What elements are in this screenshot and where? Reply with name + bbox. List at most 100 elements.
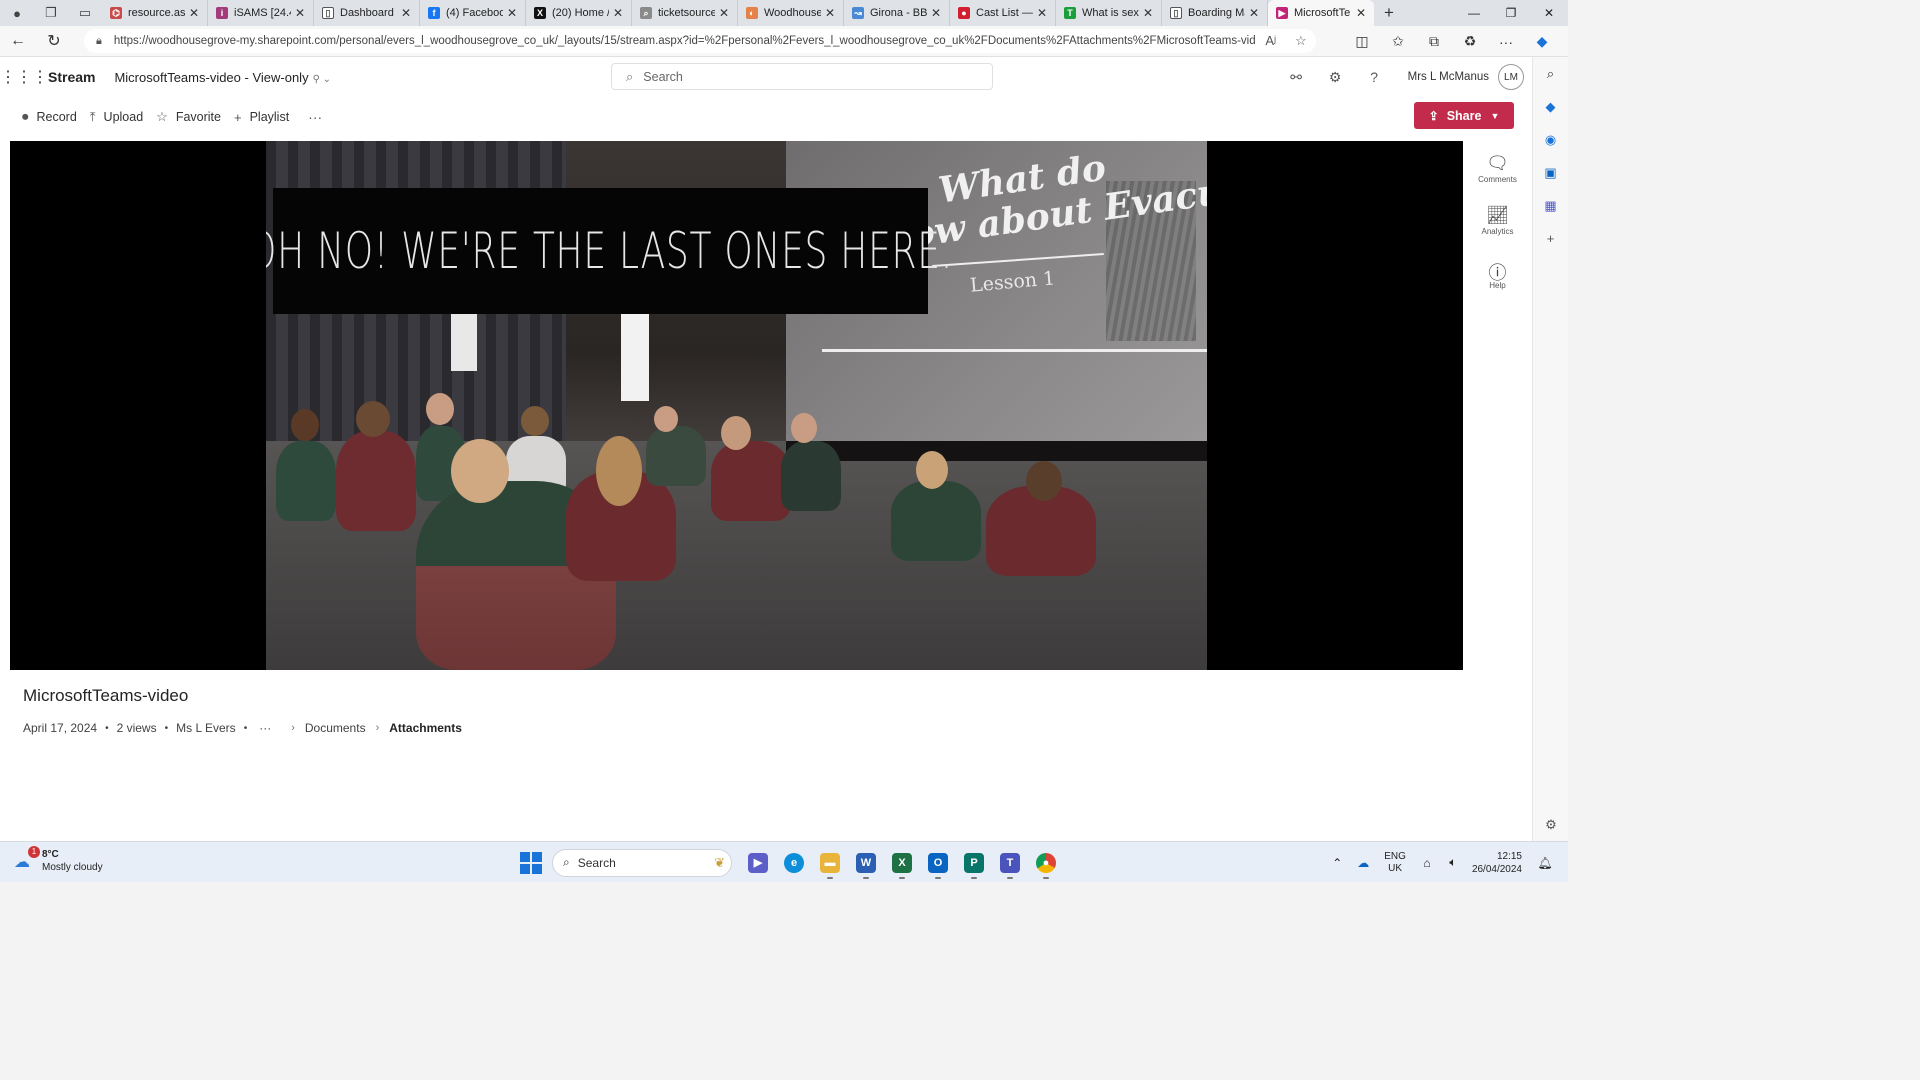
language-indicator[interactable]: ENG UK — [1384, 851, 1406, 875]
search-input[interactable]: ⌕ Search — [611, 63, 993, 90]
pupil-head — [654, 406, 678, 432]
url-text[interactable]: https://woodhousegrove-my.sharepoint.com… — [114, 35, 1256, 47]
search-icon[interactable]: ⌕ — [1533, 57, 1568, 90]
favorite-label: Favorite — [175, 110, 221, 124]
breadcrumb-attachments[interactable]: Attachments — [389, 721, 462, 735]
copilot-icon[interactable]: ◆ — [1524, 33, 1560, 50]
browser-tab[interactable]: X (20) Home / X✕ — [526, 0, 632, 26]
share-feedback-icon[interactable]: ⚯ — [1277, 69, 1316, 86]
teams-app-icon[interactable]: T — [992, 845, 1028, 881]
clock[interactable]: 12:15 26/04/2024 — [1472, 850, 1522, 876]
close-tab-icon[interactable]: ✕ — [1035, 6, 1049, 20]
close-tab-icon[interactable]: ✕ — [1354, 6, 1368, 20]
close-tab-icon[interactable]: ✕ — [1247, 6, 1261, 20]
tab-favicon-icon: ⌕ — [640, 7, 652, 19]
close-tab-icon[interactable]: ✕ — [399, 6, 413, 20]
chevron-right-icon: › — [291, 722, 295, 734]
outlook-app-icon[interactable]: O — [920, 845, 956, 881]
meet-app-icon[interactable]: ▶ — [740, 845, 776, 881]
favorites-icon[interactable]: ✩ — [1380, 33, 1416, 50]
excel-app-icon[interactable]: X — [884, 845, 920, 881]
browser-tab[interactable]: ● Cast List — ...✕ — [950, 0, 1056, 26]
app-name[interactable]: Stream — [48, 69, 95, 85]
add-sidebar-app-icon[interactable]: + — [1533, 222, 1568, 255]
weather-widget[interactable]: ☁ 1 8°C Mostly cloudy — [14, 846, 103, 874]
document-title[interactable]: MicrosoftTeams-video - View-only ⚲ ⌄ — [114, 70, 331, 85]
word-app-icon[interactable]: W — [848, 845, 884, 881]
taskbar-search[interactable]: ⌕ Search ❦ — [552, 848, 732, 877]
windows-start-button[interactable] — [520, 851, 542, 874]
browser-tab[interactable]: ⌬ resource.aspx✕ — [102, 0, 208, 26]
breadcrumb-more-button[interactable]: ··· — [259, 721, 271, 735]
sidebar-settings-icon[interactable]: ⚙ — [1533, 808, 1569, 841]
tab-actions-icon[interactable]: ▭ — [68, 0, 102, 26]
close-tab-icon[interactable]: ✕ — [611, 6, 625, 20]
notifications-bell-icon[interactable]: 🔔︎ — [1532, 856, 1558, 870]
outlook-icon[interactable]: ▣ — [1533, 156, 1568, 189]
video-frame[interactable]: What do ow about Evacuees? Lesson 1 OH N… — [266, 141, 1207, 670]
analytics-button[interactable]: 📈︎ Analytics — [1463, 205, 1532, 236]
comments-button[interactable]: 🗨︎ Comments — [1463, 153, 1532, 184]
teams-icon[interactable]: ▦ — [1533, 189, 1568, 222]
help-icon[interactable]: ? — [1355, 69, 1394, 85]
close-tab-icon[interactable]: ✕ — [505, 6, 519, 20]
volume-icon[interactable]: 🔈︎ — [1440, 855, 1466, 870]
shopping-tag-icon[interactable]: ◆ — [1533, 90, 1568, 123]
close-tab-icon[interactable]: ✕ — [293, 6, 307, 20]
more-commands-button[interactable]: ··· — [308, 109, 322, 125]
browser-tab[interactable]: ⌕ ticketsource ✕ — [632, 0, 738, 26]
browser-tab[interactable]: ▯ Boarding Ma ✕ — [1162, 0, 1268, 26]
browser-tab[interactable]: f (4) Facebook✕ — [420, 0, 526, 26]
close-tab-icon[interactable]: ✕ — [717, 6, 731, 20]
file-explorer-icon[interactable]: ▬ — [812, 845, 848, 881]
read-aloud-icon[interactable]: Aʲ — [1265, 33, 1276, 49]
onedrive-icon[interactable]: ☁ — [1350, 856, 1376, 870]
url-field[interactable]: 🔒︎ https://woodhousegrove-my.sharepoint.… — [84, 29, 1316, 53]
network-icon[interactable]: ⌂ — [1414, 856, 1440, 870]
author-name[interactable]: Ms L Evers — [176, 721, 236, 735]
share-button[interactable]: ⇪ Share ▼ — [1414, 102, 1514, 129]
chrome-app-icon[interactable]: ● — [1028, 845, 1064, 881]
edge-app-icon[interactable]: e — [776, 845, 812, 881]
browser-tab[interactable]: ◐ Woodhouse ✕ — [738, 0, 844, 26]
avatar[interactable]: LM — [1498, 64, 1524, 90]
chevron-up-icon[interactable]: ⌃ — [1324, 856, 1350, 870]
lock-icon[interactable]: 🔒︎ — [96, 35, 102, 48]
minimize-button[interactable]: — — [1455, 0, 1493, 26]
workspaces-icon[interactable]: ❐ — [34, 0, 68, 26]
split-screen-icon[interactable]: ◫ — [1344, 33, 1380, 50]
settings-gear-icon[interactable]: ⚙ — [1316, 69, 1355, 86]
restore-button[interactable]: ❐ — [1492, 0, 1530, 26]
close-tab-icon[interactable]: ✕ — [823, 6, 837, 20]
breadcrumb-documents[interactable]: Documents — [305, 721, 366, 735]
publisher-app-icon[interactable]: P — [956, 845, 992, 881]
user-name[interactable]: Mrs L McManus — [1408, 71, 1489, 83]
collections-icon[interactable]: ⧉ — [1416, 33, 1452, 50]
app-launcher-icon[interactable]: ⋮⋮⋮ — [0, 67, 48, 87]
browser-tab-label: Dashboard — [340, 7, 394, 19]
video-player[interactable]: What do ow about Evacuees? Lesson 1 OH N… — [10, 141, 1463, 670]
record-button[interactable]: ⏺ Record — [22, 109, 77, 125]
favorite-button[interactable]: ☆ Favorite — [156, 109, 221, 125]
extensions-icon[interactable]: ♻ — [1452, 33, 1488, 50]
pupil-head — [291, 409, 319, 441]
close-tab-icon[interactable]: ✕ — [1141, 6, 1155, 20]
browser-tab[interactable]: ▶ MicrosoftTe ✕ — [1268, 0, 1374, 26]
close-tab-icon[interactable]: ✕ — [929, 6, 943, 20]
playlist-button[interactable]: + Playlist — [234, 110, 289, 125]
refresh-button[interactable]: ↻ — [36, 26, 72, 57]
close-window-button[interactable]: ✕ — [1530, 0, 1568, 26]
browser-tab[interactable]: T What is sext ✕ — [1056, 0, 1162, 26]
help-button[interactable]: ⓘ Help — [1463, 259, 1532, 290]
browser-tab[interactable]: ▯ Dashboard ✕ — [314, 0, 420, 26]
browser-tab[interactable]: ↝ Girona - BBC✕ — [844, 0, 950, 26]
profile-icon[interactable]: ● — [0, 0, 34, 26]
favorite-star-icon[interactable]: ☆ — [1295, 33, 1307, 49]
new-tab-button[interactable]: + — [1374, 3, 1404, 23]
copilot-apps-icon[interactable]: ◉ — [1533, 123, 1568, 156]
browser-tab[interactable]: i iSAMS [24.4]✕ — [208, 0, 314, 26]
close-tab-icon[interactable]: ✕ — [187, 6, 201, 20]
back-button[interactable]: ← — [0, 26, 36, 57]
upload-button[interactable]: ⤒ Upload — [90, 109, 143, 125]
settings-more-icon[interactable]: ··· — [1488, 34, 1524, 50]
